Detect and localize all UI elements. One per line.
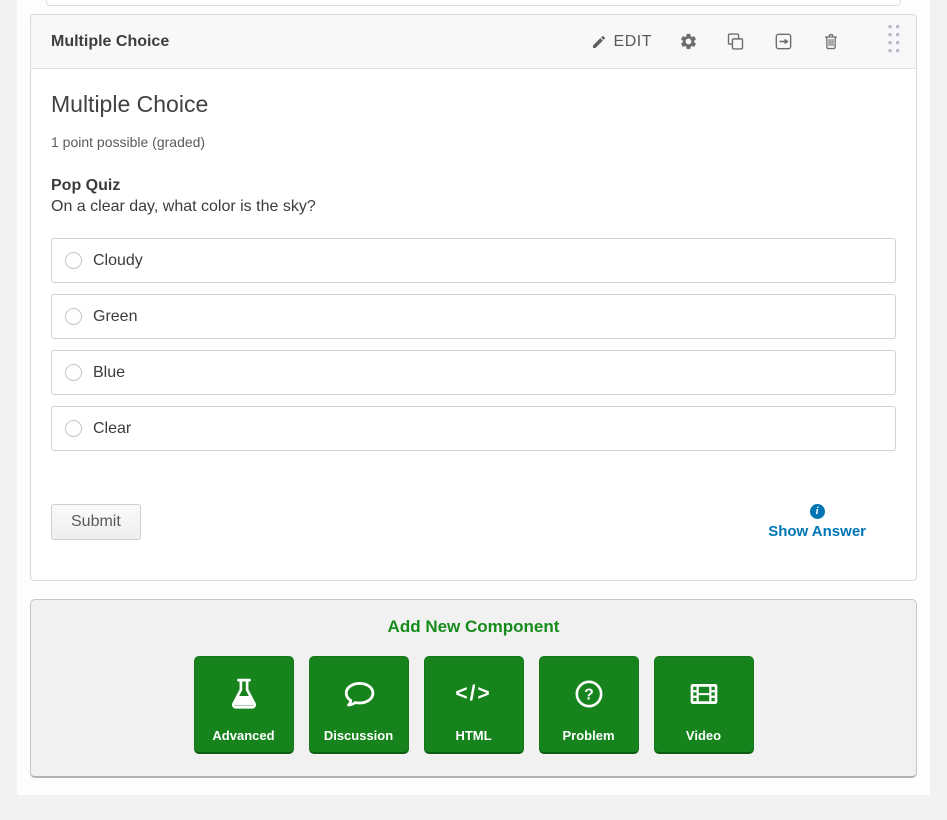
choice-list: Cloudy Green Blue Clear	[51, 238, 896, 451]
choice-row-green[interactable]: Green	[51, 294, 896, 339]
add-tile-label: Video	[686, 728, 721, 743]
radio-button[interactable]	[65, 308, 82, 325]
info-icon: i	[810, 504, 825, 519]
gear-icon	[679, 32, 698, 51]
choice-row-blue[interactable]: Blue	[51, 350, 896, 395]
add-tile-label: HTML	[455, 728, 491, 743]
component-title: Multiple Choice	[51, 33, 169, 51]
choice-label: Cloudy	[93, 252, 143, 270]
trash-icon	[821, 31, 841, 52]
component-header: Multiple Choice EDIT	[30, 14, 917, 69]
add-component-buttons: Advanced Discussion </> HTML	[31, 656, 916, 754]
add-tile-label: Problem	[562, 728, 614, 743]
duplicate-icon	[725, 31, 746, 52]
pencil-icon	[591, 34, 607, 50]
duplicate-button[interactable]	[725, 31, 746, 52]
radio-button[interactable]	[65, 364, 82, 381]
add-video-button[interactable]: Video	[654, 656, 754, 754]
question-circle-icon: ?	[570, 670, 608, 718]
add-tile-label: Advanced	[212, 728, 274, 743]
previous-component-card-edge	[46, 0, 901, 6]
code-brackets-icon: </>	[455, 670, 491, 718]
content-area: Multiple Choice EDIT	[17, 0, 930, 795]
submit-button[interactable]: Submit	[51, 504, 141, 540]
problem-body: Multiple Choice 1 point possible (graded…	[30, 69, 917, 581]
show-answer-link[interactable]: Show Answer	[768, 523, 866, 540]
choice-row-cloudy[interactable]: Cloudy	[51, 238, 896, 283]
choice-label: Green	[93, 308, 137, 326]
add-new-component-title: Add New Component	[31, 617, 916, 637]
speech-bubble-icon	[339, 670, 379, 718]
radio-button[interactable]	[65, 420, 82, 437]
question-text: On a clear day, what color is the sky?	[51, 198, 896, 216]
settings-button[interactable]	[679, 32, 698, 51]
edit-button-label: EDIT	[614, 33, 652, 51]
choice-label: Blue	[93, 364, 125, 382]
drag-dots-icon	[888, 25, 900, 58]
multiple-choice-component-card: Multiple Choice EDIT	[30, 14, 917, 581]
choice-label: Clear	[93, 420, 131, 438]
points-possible-text: 1 point possible (graded)	[51, 134, 896, 150]
drag-handle[interactable]	[886, 23, 902, 60]
radio-button[interactable]	[65, 252, 82, 269]
question-title: Pop Quiz	[51, 177, 896, 195]
move-button[interactable]	[773, 31, 794, 52]
add-html-button[interactable]: </> HTML	[424, 656, 524, 754]
move-icon	[773, 31, 794, 52]
add-discussion-button[interactable]: Discussion	[309, 656, 409, 754]
choice-row-clear[interactable]: Clear	[51, 406, 896, 451]
add-tile-label: Discussion	[324, 728, 393, 743]
show-answer-block: i Show Answer	[768, 504, 866, 540]
problem-heading: Multiple Choice	[51, 91, 896, 118]
delete-button[interactable]	[821, 31, 841, 52]
flask-icon	[224, 670, 264, 718]
edit-button[interactable]: EDIT	[591, 33, 652, 51]
svg-text:?: ?	[584, 686, 594, 703]
component-actions: EDIT	[591, 23, 902, 60]
add-new-component-panel: Add New Component Advanced	[30, 599, 917, 778]
problem-footer: Submit i Show Answer	[51, 504, 896, 540]
add-problem-button[interactable]: ? Problem	[539, 656, 639, 754]
add-advanced-button[interactable]: Advanced	[194, 656, 294, 754]
film-icon	[684, 670, 724, 718]
